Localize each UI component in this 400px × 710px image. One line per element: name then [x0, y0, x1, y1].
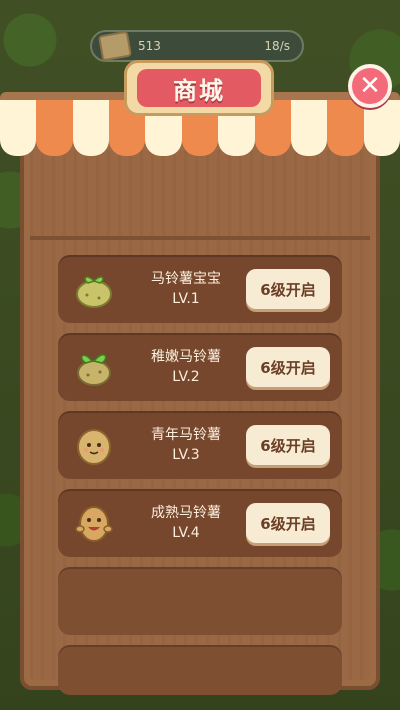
- empty-shop-slot: [58, 645, 342, 695]
- item-name: 成熟马铃薯: [151, 505, 221, 521]
- unlock-button[interactable]: 6级开启: [246, 425, 330, 465]
- item-level: LV.3: [172, 447, 200, 463]
- unlock-button[interactable]: 6级开启: [246, 503, 330, 543]
- awning-stripe: [327, 100, 364, 156]
- resource-rate: 18/s: [264, 39, 290, 53]
- board-divider: [30, 236, 370, 240]
- shop-item: 马铃薯宝宝 LV.1 6级开启: [58, 255, 342, 323]
- awning-stripe: [363, 100, 400, 156]
- item-level: LV.2: [172, 369, 200, 385]
- shop-item: 青年马铃薯 LV.3 6级开启: [58, 411, 342, 479]
- item-level: LV.1: [172, 291, 200, 307]
- shop-title: 商城: [137, 69, 261, 107]
- item-name: 稚嫩马铃薯: [151, 349, 221, 365]
- awning-stripe: [290, 100, 328, 156]
- item-name: 青年马铃薯: [151, 427, 221, 443]
- shop-item: 成熟马铃薯 LV.4 6级开启: [58, 489, 342, 557]
- empty-shop-slot: [58, 567, 342, 635]
- item-level: LV.4: [172, 525, 200, 541]
- potato-sprout-icon: [77, 354, 111, 386]
- resource-amount: 513: [138, 39, 161, 53]
- awning-stripe: [72, 100, 110, 156]
- resource-bar: 513 18/s: [90, 30, 304, 62]
- shop-item-list: 马铃薯宝宝 LV.1 6级开启 稚嫩马铃薯 LV.2 6级开启 青年马铃薯 LV…: [58, 255, 342, 705]
- potato-baby-icon: [76, 276, 112, 308]
- potato-mature-icon: [75, 506, 113, 542]
- close-icon: ✕: [359, 71, 381, 101]
- shop-title-banner: 商城: [124, 60, 274, 116]
- awning-stripe: [0, 100, 37, 156]
- item-name: 马铃薯宝宝: [151, 271, 221, 287]
- shop-item: 稚嫩马铃薯 LV.2 6级开启: [58, 333, 342, 401]
- close-button[interactable]: ✕: [348, 64, 392, 108]
- unlock-button[interactable]: 6级开启: [246, 269, 330, 309]
- resource-icon: [97, 30, 133, 62]
- awning-stripe: [36, 100, 73, 156]
- unlock-button[interactable]: 6级开启: [246, 347, 330, 387]
- potato-youth-icon: [77, 429, 111, 465]
